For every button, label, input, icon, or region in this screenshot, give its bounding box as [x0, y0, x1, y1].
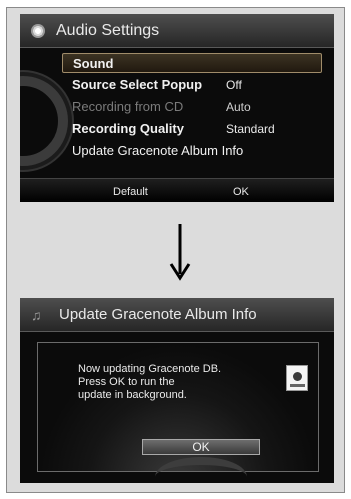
menu-item-recording-quality[interactable]: Recording Quality Standard — [62, 119, 322, 139]
menu-item-label: Recording Quality — [72, 121, 184, 136]
title-bar: Audio Settings — [20, 14, 334, 48]
menu-item-label: Sound — [73, 56, 114, 71]
menu-item-value: Standard — [226, 122, 275, 136]
menu-item-label: Source Select Popup — [72, 77, 203, 92]
menu-item-recording-from-cd[interactable]: Recording from CD Auto — [62, 97, 322, 117]
default-button[interactable]: Default — [113, 186, 148, 198]
bottom-bar: Default OK — [20, 178, 334, 202]
disc-icon — [31, 24, 45, 38]
ok-button[interactable]: OK — [233, 186, 249, 198]
gracenote-logo-icon — [286, 365, 308, 391]
menu-item-value: Off — [226, 78, 242, 92]
arrow-down-icon — [169, 224, 191, 281]
menu-item-value: Auto — [226, 100, 251, 114]
menu-item-source-select-popup[interactable]: Source Select Popup Off — [62, 75, 322, 95]
update-gracenote-screen: ♫ Update Gracenote Album Info Now updati… — [20, 298, 334, 483]
popup-message: Now updating Gracenote DB. Press OK to r… — [78, 363, 268, 402]
music-note-icon: ♫ — [31, 307, 42, 323]
screen-title: Update Gracenote Album Info — [59, 306, 257, 323]
dial-arc-graphic — [155, 457, 247, 483]
menu-item-update-gracenote[interactable]: Update Gracenote Album Info — [62, 141, 322, 161]
menu-item-label: Update Gracenote Album Info — [72, 143, 244, 158]
message-popup: Now updating Gracenote DB. Press OK to r… — [37, 342, 319, 472]
ok-button[interactable]: OK — [142, 439, 260, 455]
audio-settings-screen: Audio Settings Sound Source Select Popup… — [20, 14, 334, 202]
title-bar: ♫ Update Gracenote Album Info — [20, 298, 334, 332]
message-line: Press OK to run the — [78, 376, 175, 388]
menu-item-label: Recording from CD — [72, 99, 184, 114]
menu-item-sound[interactable]: Sound — [62, 53, 322, 73]
dial-graphic — [20, 76, 68, 166]
message-line: update in background. — [78, 389, 187, 401]
message-line: Now updating Gracenote DB. — [78, 363, 222, 375]
screen-title: Audio Settings — [56, 22, 160, 39]
